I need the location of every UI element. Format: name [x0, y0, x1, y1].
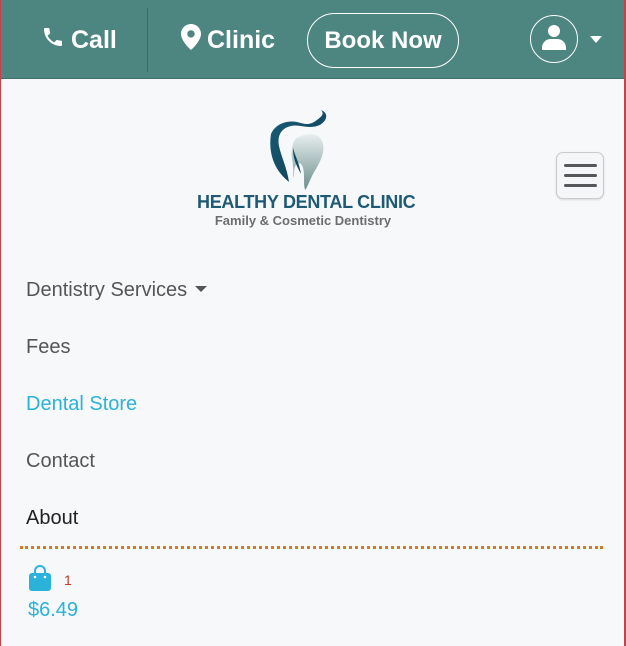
phone-icon: [41, 25, 65, 56]
hamburger-icon: [564, 164, 597, 167]
clinic-label: Clinic: [207, 25, 276, 54]
hamburger-icon: [564, 174, 597, 177]
nav-item-fees[interactable]: Fees: [26, 336, 70, 359]
call-label: Call: [71, 25, 117, 54]
user-icon: [542, 24, 566, 55]
nav-item-about[interactable]: About: [26, 507, 78, 530]
clinic-logo[interactable]: HEALTHY DENTAL CLINIC Family & Cosmetic …: [197, 108, 416, 232]
logo-subtitle: Family & Cosmetic Dentistry: [214, 213, 392, 228]
nav-item-dental-store[interactable]: Dental Store: [26, 393, 137, 416]
page-frame: Call Clinic Book Now HEALTHY DENTAL CLIN…: [0, 0, 626, 646]
nav-item-contact[interactable]: Contact: [26, 450, 95, 473]
nav-item-dentistry-services[interactable]: Dentistry Services: [26, 279, 208, 302]
menu-divider: [20, 546, 603, 549]
shopping-bag-icon[interactable]: [28, 565, 52, 591]
cart-count-badge: 1: [64, 572, 72, 588]
map-pin-icon: [181, 23, 201, 57]
clinic-link[interactable]: Clinic: [181, 23, 276, 57]
nav-item-label: Dentistry Services: [26, 279, 188, 301]
user-account-button[interactable]: [530, 15, 578, 63]
topbar-divider: [147, 8, 148, 72]
caret-down-icon: [195, 286, 208, 293]
book-now-button[interactable]: Book Now: [307, 13, 459, 68]
tooth-logo-icon: [270, 110, 327, 190]
cart-total[interactable]: $6.49: [28, 599, 78, 622]
hamburger-icon: [564, 184, 597, 187]
top-bar: Call Clinic Book Now: [1, 0, 624, 79]
logo-title: HEALTHY DENTAL CLINIC: [197, 192, 416, 212]
menu-toggle-button[interactable]: [556, 152, 604, 199]
call-link[interactable]: Call: [41, 24, 117, 56]
caret-down-icon[interactable]: [590, 36, 602, 43]
